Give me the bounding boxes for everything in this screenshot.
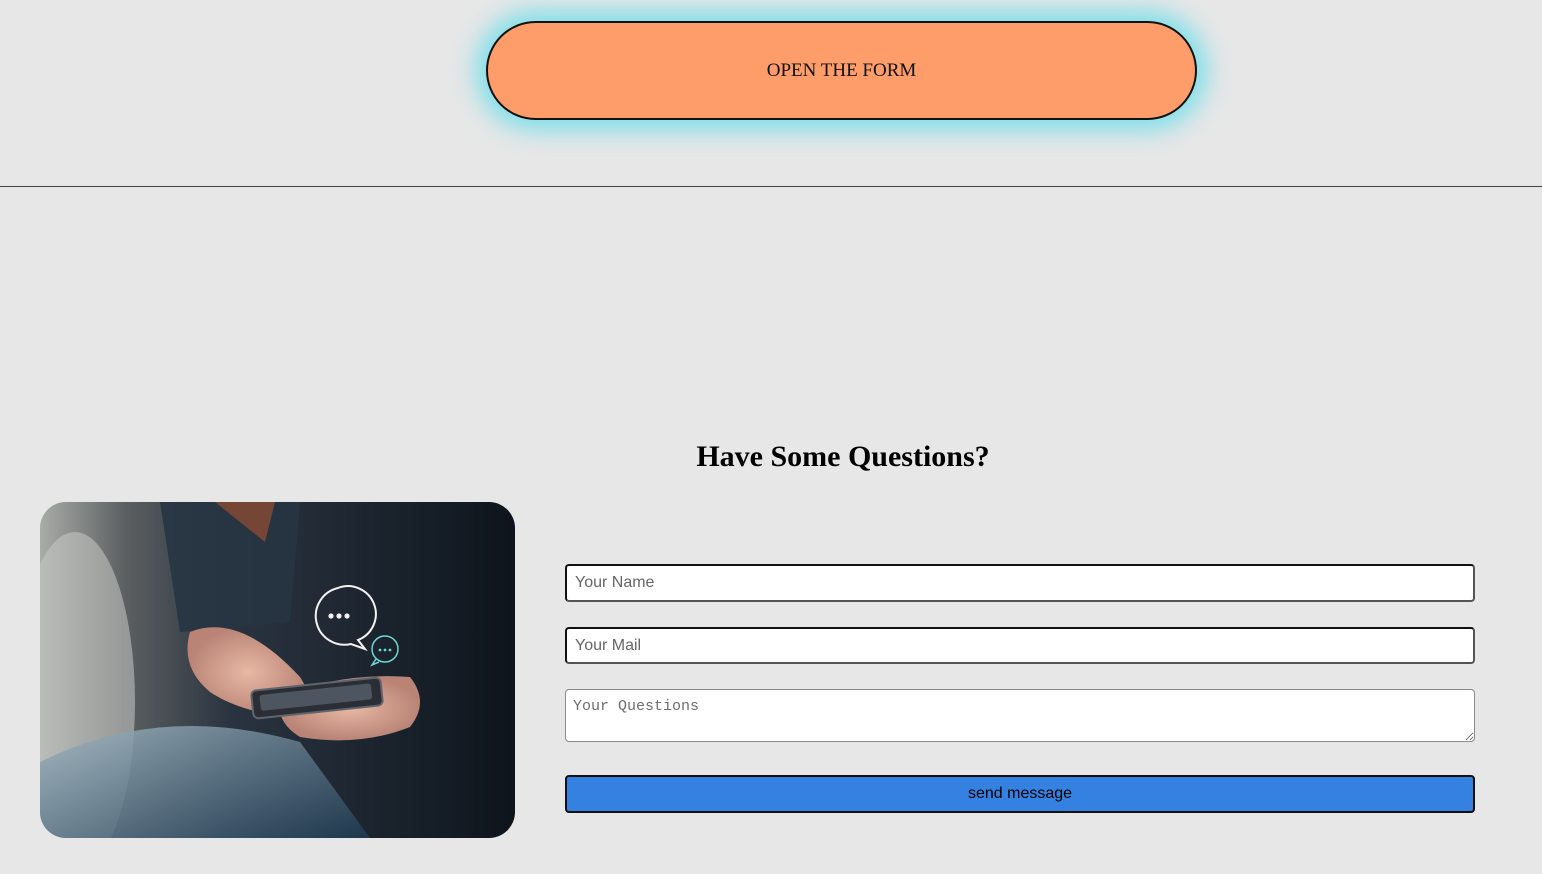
mail-input[interactable] (565, 627, 1475, 664)
divider (0, 186, 1542, 187)
contact-photo (40, 502, 515, 838)
open-form-button[interactable]: OPEN THE FORM (486, 21, 1197, 120)
send-message-button[interactable]: send message (565, 775, 1475, 813)
contact-heading: Have Some Questions? (696, 440, 990, 473)
questions-textarea[interactable] (565, 689, 1475, 742)
name-input[interactable] (565, 564, 1475, 602)
